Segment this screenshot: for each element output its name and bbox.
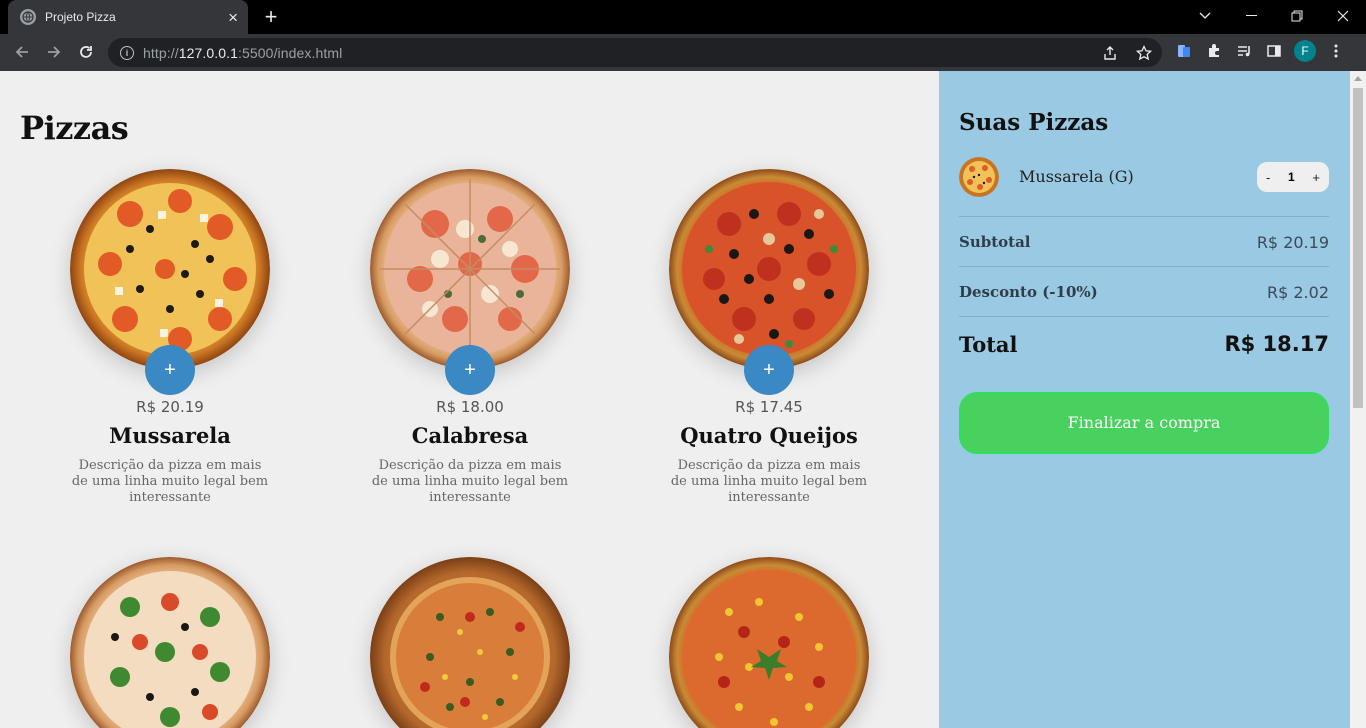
pizza-menu: Pizzas + R$ 20.19 Mussarela Descrição da… — [0, 71, 939, 728]
profile-avatar[interactable]: F — [1294, 40, 1316, 62]
close-tab-icon[interactable]: × — [228, 9, 238, 26]
tab-title: Projeto Pizza — [45, 10, 116, 24]
pizza-price: R$ 17.45 — [735, 398, 803, 416]
pizza-image-vegetariana — [70, 557, 270, 728]
decrease-qty-button[interactable]: - — [1266, 170, 1270, 185]
media-playlist-icon[interactable] — [1234, 41, 1254, 61]
subtotal-value: R$ 20.19 — [1256, 233, 1329, 252]
tab-search-icon[interactable] — [1182, 0, 1228, 32]
forward-button[interactable] — [40, 38, 68, 66]
globe-icon — [20, 9, 36, 25]
pizza-card: + R$ 17.45 Quatro Queijos Descrição da p… — [639, 169, 899, 509]
pizza-image-portuguesa — [370, 557, 570, 728]
quantity-stepper: - 1 + — [1257, 162, 1329, 192]
page-scrollbar[interactable] — [1350, 71, 1366, 728]
restore-button[interactable] — [1274, 0, 1320, 32]
minimize-button[interactable] — [1228, 0, 1274, 32]
pizza-name: Quatro Queijos — [680, 423, 858, 448]
extension-app-icon[interactable] — [1174, 41, 1194, 61]
url-text: http://127.0.0.1:5500/index.html — [143, 44, 343, 61]
back-button[interactable] — [8, 38, 36, 66]
tab-strip: Projeto Pizza × + — [0, 0, 1366, 34]
pizza-name: Mussarela — [109, 423, 231, 448]
pizza-card — [340, 557, 600, 728]
browser-tab[interactable]: Projeto Pizza × — [8, 0, 248, 34]
pizza-price: R$ 20.19 — [136, 398, 204, 416]
increase-qty-button[interactable]: + — [1312, 170, 1320, 185]
pizza-image-quatro-queijos — [669, 169, 869, 369]
site-info-icon[interactable]: i — [120, 45, 134, 60]
cart-title: Suas Pizzas — [959, 109, 1109, 136]
discount-label: Desconto (-10%) — [959, 283, 1098, 301]
subtotal-label: Subtotal — [959, 233, 1031, 251]
total-value: R$ 18.17 — [1224, 332, 1329, 356]
pizza-name: Calabresa — [411, 423, 529, 448]
add-pizza-button[interactable]: + — [445, 345, 495, 395]
total-row: Total R$ 18.17 — [959, 316, 1329, 376]
subtotal-row: Subtotal R$ 20.19 — [959, 216, 1329, 266]
extensions-row: F — [1174, 40, 1346, 62]
browser-toolbar: i http://127.0.0.1:5500/index.html — [0, 34, 1366, 71]
pizza-description: Descrição da pizza em mais de uma linha … — [371, 458, 569, 505]
pizza-price: R$ 18.00 — [436, 398, 504, 416]
pizza-card — [639, 557, 899, 728]
add-pizza-button[interactable]: + — [744, 345, 794, 395]
cart-item: Mussarela (G) - 1 + — [959, 157, 1329, 197]
bookmark-star-icon[interactable] — [1134, 43, 1154, 63]
extensions-puzzle-icon[interactable] — [1204, 41, 1224, 61]
share-icon[interactable] — [1100, 43, 1120, 63]
browser-menu-icon[interactable] — [1326, 41, 1346, 61]
discount-value: R$ 2.02 — [1266, 283, 1329, 302]
page-title: Pizzas — [20, 109, 129, 147]
pizza-description: Descrição da pizza em mais de uma linha … — [71, 458, 269, 505]
pizza-image-mussarela — [70, 169, 270, 369]
reload-button[interactable] — [72, 38, 100, 66]
pizza-card: + R$ 18.00 Calabresa Descrição da pizza … — [340, 169, 600, 509]
scroll-up-icon[interactable] — [1354, 76, 1362, 81]
close-window-button[interactable] — [1320, 0, 1366, 32]
discount-row: Desconto (-10%) R$ 2.02 — [959, 266, 1329, 316]
pizza-card: + R$ 20.19 Mussarela Descrição da pizza … — [40, 169, 300, 509]
page-viewport: Pizzas + R$ 20.19 Mussarela Descrição da… — [0, 71, 1366, 728]
address-bar[interactable]: i http://127.0.0.1:5500/index.html — [108, 38, 1162, 67]
cart-item-name: Mussarela (G) — [1019, 167, 1134, 186]
pizza-description: Descrição da pizza em mais de uma linha … — [670, 458, 868, 505]
pizza-image-calabresa — [370, 169, 570, 369]
add-pizza-button[interactable]: + — [145, 345, 195, 395]
scrollbar-thumb[interactable] — [1353, 88, 1363, 408]
pizza-image-milho — [669, 557, 869, 728]
qty-value: 1 — [1288, 170, 1295, 184]
new-tab-button[interactable]: + — [258, 4, 284, 30]
total-label: Total — [959, 332, 1018, 357]
finish-purchase-button[interactable]: Finalizar a compra — [959, 392, 1329, 454]
pizza-card — [40, 557, 300, 728]
side-panel-icon[interactable] — [1264, 41, 1284, 61]
cart-item-image — [959, 157, 999, 197]
cart-panel: Suas Pizzas Mussarela (G) - 1 + Subtotal… — [939, 71, 1350, 728]
